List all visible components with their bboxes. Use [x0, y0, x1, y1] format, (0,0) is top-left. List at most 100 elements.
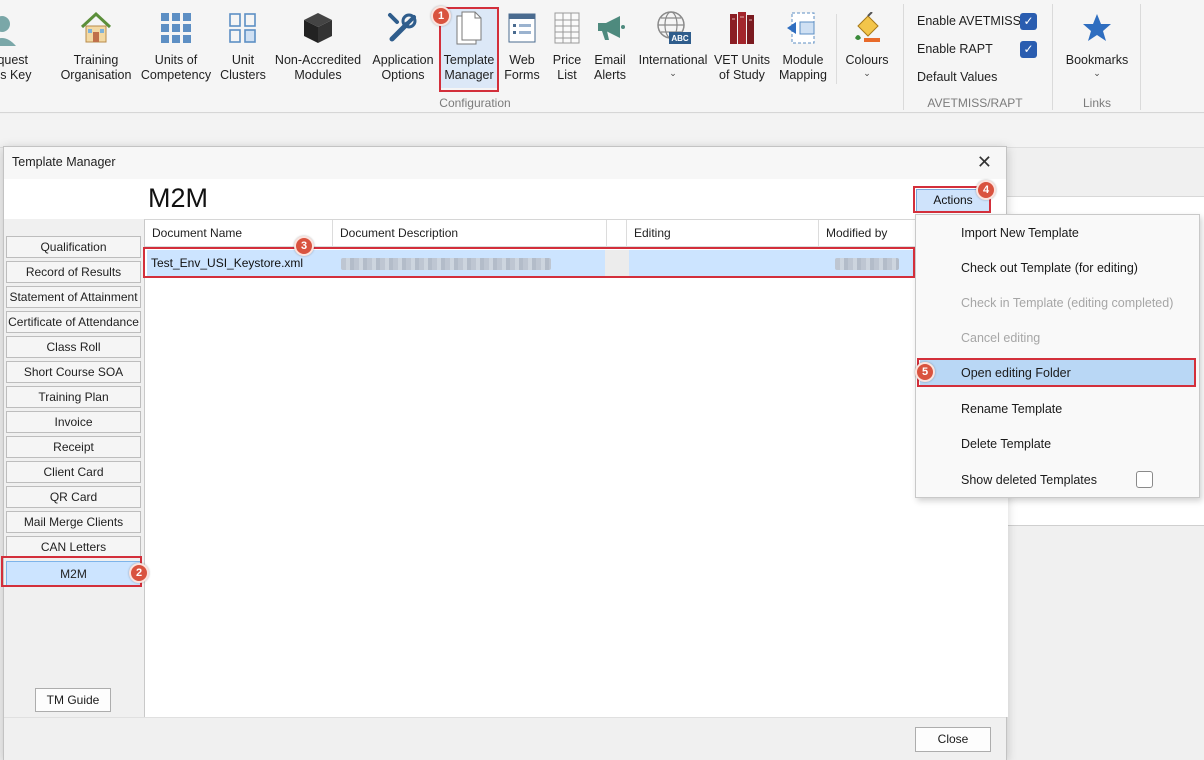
annotation-badge-1: 1 — [431, 6, 451, 26]
column-header-editing[interactable]: Editing — [627, 220, 819, 247]
sidebar-item-client-card[interactable]: Client Card — [6, 461, 141, 483]
training-organisation-button[interactable]: Training Organisation — [58, 8, 134, 88]
menu-item-check-out-template[interactable]: Check out Template (for editing) — [916, 255, 1199, 281]
web-forms-button[interactable]: Web Forms — [500, 8, 544, 88]
non-accredited-modules-button[interactable]: Non-Accredited Modules — [272, 8, 364, 88]
abc-badge-text: ABC — [671, 34, 689, 43]
units-of-competency-label: Units of Competency — [140, 53, 212, 82]
price-list-button[interactable]: Price List — [546, 8, 588, 88]
template-manager-dialog: Template Manager ✕ M2M Actions Qualifica… — [3, 146, 1009, 760]
column-header-modified-by[interactable]: Modified by — [819, 220, 919, 247]
international-button[interactable]: ABC International ⌄ — [634, 8, 712, 88]
units-of-competency-button[interactable]: Units of Competency — [138, 8, 214, 88]
paint-icon — [848, 8, 886, 48]
sidebar-item-mail-merge-clients[interactable]: Mail Merge Clients — [6, 511, 141, 533]
column-header-document-description[interactable]: Document Description — [333, 220, 607, 247]
group-separator — [903, 4, 904, 110]
email-alerts-button[interactable]: Email Alerts — [588, 8, 632, 88]
vet-units-of-study-button[interactable]: VET Units of Study — [712, 8, 772, 88]
annotation-highlight-row — [143, 247, 915, 278]
colours-button[interactable]: Colours ⌄ — [840, 8, 894, 88]
grid-icon — [157, 8, 195, 48]
enable-rapt-row[interactable]: Enable RAPT — [917, 42, 993, 56]
sidebar-item-receipt[interactable]: Receipt — [6, 436, 141, 458]
menu-item-cancel-editing: Cancel editing — [961, 331, 1041, 345]
bookmarks-dropdown-icon: ⌄ — [1093, 68, 1101, 78]
enable-rapt-label: Enable RAPT — [917, 42, 993, 56]
enable-rapt-checkbox[interactable]: ✓ — [1020, 41, 1037, 58]
sidebar-item-certificate-of-attendance[interactable]: Certificate of Attendance — [6, 311, 141, 333]
close-button[interactable]: Close — [915, 727, 991, 752]
sidebar-item-statement-of-attainment[interactable]: Statement of Attainment — [6, 286, 141, 308]
ribbon-separator — [836, 14, 837, 84]
cluster-icon — [224, 8, 262, 48]
bookmarks-label: Bookmarks — [1065, 53, 1129, 67]
default-values-label: Default Values — [917, 70, 998, 84]
request-access-key-label: quest ss Key — [0, 53, 32, 82]
price-list-label: Price List — [552, 53, 582, 82]
international-dropdown-icon: ⌄ — [669, 68, 677, 78]
vet-units-of-study-label: VET Units of Study — [713, 53, 771, 82]
annotation-badge-2: 2 — [129, 563, 149, 583]
non-accredited-modules-label: Non-Accredited Modules — [274, 53, 362, 82]
default-values-button[interactable]: Default Values — [917, 70, 997, 84]
page-title: M2M — [148, 183, 208, 213]
enable-avetmiss-row[interactable]: Enable AVETMISS — [917, 14, 1021, 28]
annotation-badge-4: 4 — [976, 180, 996, 200]
annotation-badge-3: 3 — [294, 236, 314, 256]
web-forms-label: Web Forms — [504, 53, 540, 82]
sidebar-item-training-plan[interactable]: Training Plan — [6, 386, 141, 408]
annotation-badge-5: 5 — [915, 362, 935, 382]
ribbon-toolbar: quest ss Key Training Organisation Units… — [0, 0, 1204, 113]
unit-clusters-label: Unit Clusters — [220, 53, 266, 82]
unit-clusters-button[interactable]: Unit Clusters — [218, 8, 268, 88]
module-mapping-button[interactable]: Module Mapping — [774, 8, 832, 88]
request-access-key-button[interactable]: quest ss Key — [0, 8, 34, 88]
menu-item-rename-template[interactable]: Rename Template — [916, 396, 1199, 422]
document-table: Document Name Document Description Editi… — [144, 219, 1009, 717]
sidebar-item-can-letters[interactable]: CAN Letters — [6, 536, 141, 558]
group-separator — [1140, 4, 1141, 110]
column-header-spacer[interactable] — [607, 220, 627, 247]
dialog-titlebar: Template Manager ✕ — [4, 147, 1006, 179]
sidebar-item-short-course-soa[interactable]: Short Course SOA — [6, 361, 141, 383]
dialog-title: Template Manager — [12, 155, 116, 169]
dialog-footer — [4, 717, 1006, 760]
user-icon — [0, 8, 24, 48]
close-icon[interactable]: ✕ — [977, 152, 992, 173]
international-label: International — [638, 53, 708, 67]
menu-item-import-new-template[interactable]: Import New Template — [916, 220, 1199, 246]
cube-icon — [299, 8, 337, 48]
training-organisation-label: Training Organisation — [60, 53, 132, 82]
tools-icon — [384, 8, 422, 48]
star-icon — [1078, 8, 1116, 48]
menu-item-delete-template[interactable]: Delete Template — [916, 431, 1199, 457]
links-group-label: Links — [1082, 96, 1111, 110]
show-deleted-templates-checkbox[interactable] — [1136, 471, 1153, 488]
menu-item-check-in-template: Check in Template (editing completed) — [961, 296, 1174, 310]
globe-abc-icon: ABC — [654, 8, 692, 48]
enable-avetmiss-label: Enable AVETMISS — [917, 14, 1021, 28]
background-app-strip — [0, 114, 1204, 148]
module-mapping-label: Module Mapping — [779, 53, 827, 82]
email-alerts-label: Email Alerts — [594, 53, 626, 82]
application-options-label: Application Options — [372, 53, 434, 82]
annotation-highlight-open-folder — [917, 358, 1196, 387]
sidebar-item-qr-card[interactable]: QR Card — [6, 486, 141, 508]
books-icon — [723, 8, 761, 48]
application-options-button[interactable]: Application Options — [368, 8, 438, 88]
tm-guide-button[interactable]: TM Guide — [35, 688, 111, 712]
form-icon — [503, 8, 541, 48]
template-category-sidebar: Qualification Record of Results Statemen… — [4, 219, 144, 717]
menu-item-show-deleted-templates[interactable]: Show deleted Templates — [916, 467, 1199, 493]
mapping-icon — [784, 8, 822, 48]
sidebar-item-record-of-results[interactable]: Record of Results — [6, 261, 141, 283]
avetmiss-rapt-group-label: AVETMISS/RAPT — [927, 96, 1023, 110]
sidebar-item-qualification[interactable]: Qualification — [6, 236, 141, 258]
bookmarks-button[interactable]: Bookmarks ⌄ — [1062, 8, 1132, 88]
colours-label: Colours — [845, 53, 889, 67]
sidebar-item-class-roll[interactable]: Class Roll — [6, 336, 141, 358]
colours-dropdown-icon: ⌄ — [863, 68, 871, 78]
enable-avetmiss-checkbox[interactable]: ✓ — [1020, 13, 1037, 30]
sidebar-item-invoice[interactable]: Invoice — [6, 411, 141, 433]
